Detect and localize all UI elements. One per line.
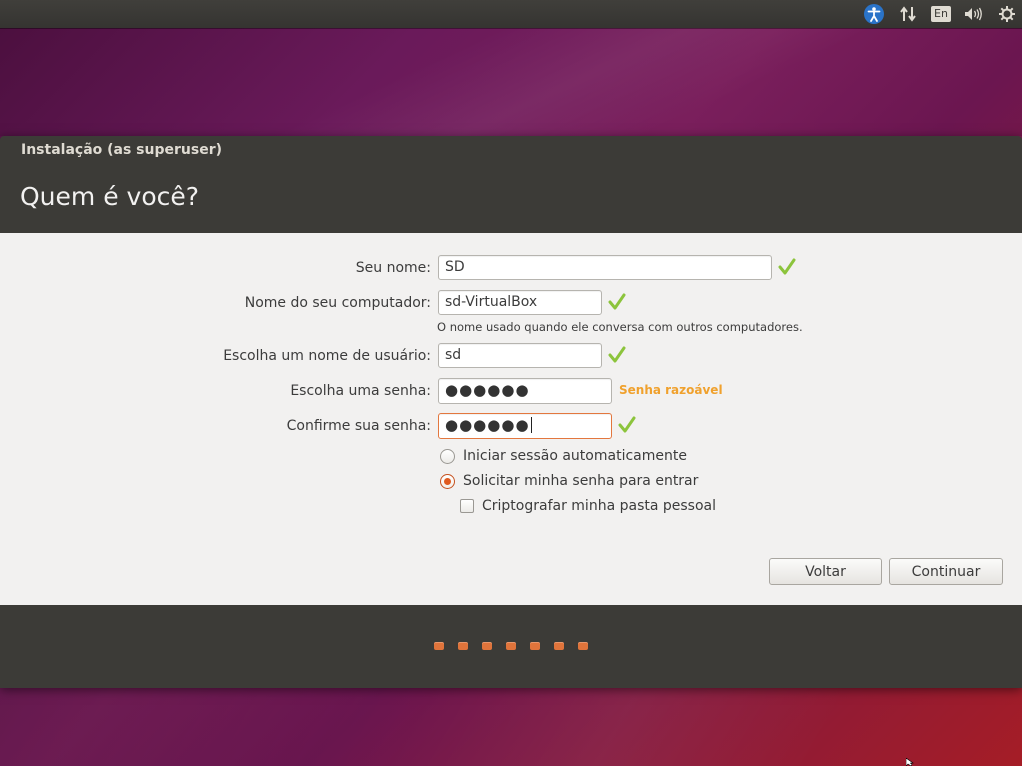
confirm-valid-check-icon <box>618 416 636 433</box>
computer-name-valid-check-icon <box>608 293 626 310</box>
progress-step-dot <box>554 642 564 650</box>
username-label: Escolha um nome de usuário: <box>223 348 431 364</box>
require-password-radio[interactable] <box>440 473 455 489</box>
back-button[interactable]: Voltar <box>769 558 882 585</box>
progress-step-dot <box>578 642 588 650</box>
install-progress-dots <box>434 642 588 650</box>
name-field[interactable]: SD <box>438 255 772 280</box>
installer-window: Instalação (as superuser) Quem é você? S… <box>0 136 1022 688</box>
network-icon[interactable] <box>898 4 918 24</box>
encrypt-home-option[interactable]: Criptografar minha pasta pessoal <box>460 498 716 514</box>
progress-step-dot <box>506 642 516 650</box>
password-field[interactable]: ●●●●●● <box>438 378 612 404</box>
password-label: Escolha uma senha: <box>290 383 431 399</box>
auto-login-option[interactable]: Iniciar sessão automaticamente <box>440 448 687 464</box>
mouse-cursor-icon <box>906 758 914 766</box>
name-valid-check-icon <box>778 258 796 275</box>
text-caret <box>530 417 532 433</box>
require-password-option[interactable]: Solicitar minha senha para entrar <box>440 473 698 489</box>
page-heading: Quem é você? <box>20 182 200 211</box>
progress-step-dot <box>458 642 468 650</box>
wallpaper-top <box>0 28 1022 136</box>
top-panel: En <box>0 0 1022 28</box>
form-area: Seu nome: SD Nome do seu computador: sd-… <box>0 233 1022 605</box>
auto-login-radio[interactable] <box>440 448 455 464</box>
progress-step-dot <box>482 642 492 650</box>
continue-button[interactable]: Continuar <box>889 558 1003 585</box>
window-title: Instalação (as superuser) <box>21 142 223 158</box>
name-label: Seu nome: <box>355 260 431 276</box>
volume-icon[interactable] <box>962 4 984 24</box>
progress-step-dot <box>434 642 444 650</box>
confirm-password-field[interactable]: ●●●●●● <box>438 413 612 439</box>
keyboard-layout-icon[interactable]: En <box>930 4 952 24</box>
progress-step-dot <box>530 642 540 650</box>
encrypt-home-checkbox[interactable] <box>460 499 474 513</box>
auto-login-label: Iniciar sessão automaticamente <box>463 448 687 464</box>
window-header: Instalação (as superuser) Quem é você? <box>0 136 1022 233</box>
require-password-label: Solicitar minha senha para entrar <box>463 473 699 489</box>
confirm-password-value: ●●●●●● <box>445 416 530 434</box>
computer-name-hint: O nome usado quando ele conversa com out… <box>437 320 803 334</box>
username-field[interactable]: sd <box>438 343 602 368</box>
username-valid-check-icon <box>608 346 626 363</box>
computer-name-field[interactable]: sd-VirtualBox <box>438 290 602 315</box>
keyboard-layout-label: En <box>931 6 951 22</box>
accessibility-icon[interactable] <box>863 4 885 24</box>
computer-name-label: Nome do seu computador: <box>244 295 431 311</box>
power-gear-icon[interactable] <box>996 4 1018 24</box>
wallpaper-bottom <box>0 688 1022 766</box>
encrypt-home-label: Criptografar minha pasta pessoal <box>482 498 717 514</box>
confirm-password-label: Confirme sua senha: <box>286 418 431 434</box>
password-strength-indicator: Senha razoável <box>619 383 723 397</box>
